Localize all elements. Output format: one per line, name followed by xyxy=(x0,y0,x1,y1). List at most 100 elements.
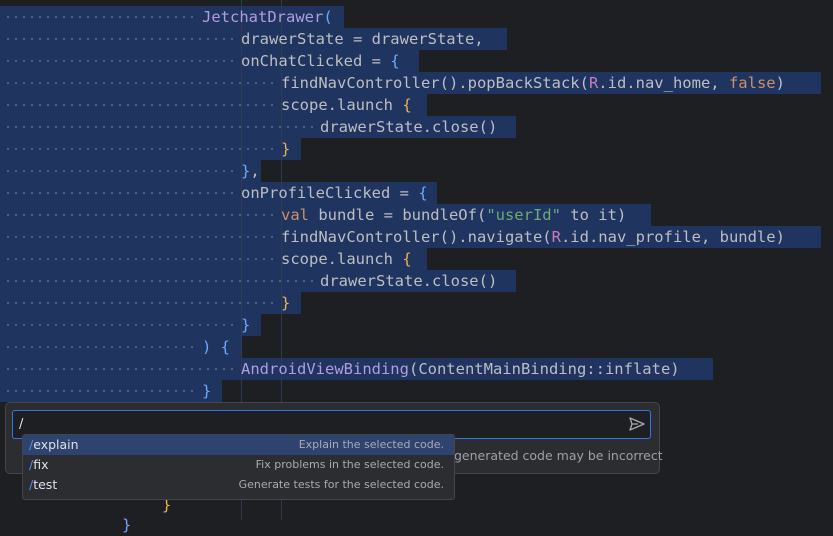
code-text: drawerState.close() xyxy=(320,270,497,292)
whitespace-indicator xyxy=(4,280,316,282)
code-text: AndroidViewBinding(ContentMainBinding::i… xyxy=(241,358,680,380)
code-text: onChatClicked = { xyxy=(241,50,400,72)
code-text: } xyxy=(202,380,211,402)
code-token: JetchatDrawer xyxy=(202,8,324,26)
code-token: drawerState.close() xyxy=(320,118,498,136)
suggestion-command: /fix xyxy=(29,457,49,472)
code-line: scope.launch { xyxy=(0,94,833,116)
code-token: onProfileClicked = xyxy=(241,184,419,202)
code-token: .id.nav_home, xyxy=(598,74,729,92)
code-token: scope.launch xyxy=(281,250,403,268)
suggestion-command: /test xyxy=(29,477,58,492)
code-text: } xyxy=(281,292,290,314)
suggestion-description: Generate tests for the selected code. xyxy=(238,478,444,491)
whitespace-indicator xyxy=(4,390,198,392)
code-token: } xyxy=(202,382,212,400)
whitespace-indicator xyxy=(4,302,277,304)
code-token: false xyxy=(728,74,776,92)
whitespace-indicator xyxy=(4,126,316,128)
code-token: scope.launch xyxy=(281,96,403,114)
code-token: } xyxy=(241,162,251,180)
code-token: { xyxy=(402,250,412,268)
code-text: } xyxy=(241,314,250,336)
code-line: onChatClicked = { xyxy=(0,50,833,72)
code-line: drawerState = drawerState, xyxy=(0,28,833,50)
code-text: } xyxy=(281,138,290,160)
code-token: drawerState = drawerState, xyxy=(241,30,484,48)
code-text: drawerState.close() xyxy=(320,116,497,138)
whitespace-indicator xyxy=(4,324,237,326)
send-icon[interactable] xyxy=(629,417,645,431)
code-line: findNavController().popBackStack(R.id.na… xyxy=(0,72,833,94)
whitespace-indicator xyxy=(4,38,237,40)
code-line: } xyxy=(0,138,833,160)
ai-disclaimer: generated code may be incorrect xyxy=(454,448,663,463)
code-token: R xyxy=(551,228,561,246)
code-token: } xyxy=(281,294,291,312)
code-token: , xyxy=(250,162,260,180)
code-token: ( xyxy=(323,8,333,26)
code-text: drawerState = drawerState, xyxy=(241,28,484,50)
code-line: AndroidViewBinding(ContentMainBinding::i… xyxy=(0,358,833,380)
whitespace-indicator xyxy=(4,192,237,194)
code-text: val bundle = bundleOf("userId" to it) xyxy=(281,204,626,226)
whitespace-indicator xyxy=(4,170,237,172)
code-text: }, xyxy=(241,160,260,182)
whitespace-indicator xyxy=(4,60,237,62)
code-line: val bundle = bundleOf("userId" to it) xyxy=(0,204,833,226)
code-line: drawerState.close() xyxy=(0,270,833,292)
code-line: JetchatDrawer( xyxy=(0,6,833,28)
code-token: ) xyxy=(202,338,221,356)
code-line: onProfileClicked = { xyxy=(0,182,833,204)
code-token: val xyxy=(281,206,319,224)
code-text: scope.launch { xyxy=(281,248,412,270)
code-line: ) { xyxy=(0,336,833,358)
code-line: findNavController().navigate(R.id.nav_pr… xyxy=(0,226,833,248)
whitespace-indicator xyxy=(4,236,277,238)
code-line: drawerState.close() xyxy=(0,116,833,138)
suggestion-fix[interactable]: /fix Fix problems in the selected code. xyxy=(23,455,454,475)
suggestion-description: Fix problems in the selected code. xyxy=(255,458,444,471)
code-line: } xyxy=(0,292,833,314)
code-token: to it) xyxy=(560,206,627,224)
code-token: findNavController().navigate( xyxy=(281,228,552,246)
closing-brace: } xyxy=(122,516,132,534)
code-token: ) xyxy=(775,74,785,92)
code-token: AndroidViewBinding xyxy=(241,360,409,378)
whitespace-indicator xyxy=(4,346,198,348)
code-token: R xyxy=(588,74,599,92)
code-line: }, xyxy=(0,160,833,182)
code-token: } xyxy=(281,140,291,158)
code-token: "userId" xyxy=(486,206,561,224)
code-line: } xyxy=(0,314,833,336)
suggestion-command: /explain xyxy=(29,437,79,452)
code-token: onChatClicked = xyxy=(241,52,391,70)
code-text: JetchatDrawer( xyxy=(202,6,333,28)
code-token: bundle = bundleOf( xyxy=(318,206,487,224)
code-token: { xyxy=(220,338,231,356)
code-text: scope.launch { xyxy=(281,94,412,116)
suggestion-description: Explain the selected code. xyxy=(298,438,444,451)
whitespace-indicator xyxy=(4,16,198,18)
code-text: ) { xyxy=(202,336,230,358)
whitespace-indicator xyxy=(4,104,277,106)
whitespace-indicator xyxy=(4,82,277,84)
whitespace-indicator xyxy=(4,258,277,260)
code-token: findNavController().popBackStack( xyxy=(281,74,589,92)
code-token: { xyxy=(402,96,412,114)
code-text: findNavController().navigate(R.id.nav_pr… xyxy=(281,226,785,248)
code-token: (ContentMainBinding::inflate) xyxy=(408,360,680,378)
suggestion-explain[interactable]: /explain Explain the selected code. xyxy=(23,435,454,455)
code-line: scope.launch { xyxy=(0,248,833,270)
code-token: .id.nav_profile, bundle) xyxy=(560,228,785,246)
whitespace-indicator xyxy=(4,214,277,216)
suggestion-test[interactable]: /test Generate tests for the selected co… xyxy=(23,475,454,495)
code-token: { xyxy=(418,184,428,202)
command-suggestions: /explain Explain the selected code. /fix… xyxy=(22,434,455,500)
code-token: } xyxy=(241,316,251,334)
code-line: } xyxy=(0,380,833,402)
whitespace-indicator xyxy=(4,368,237,370)
code-token: { xyxy=(390,52,400,70)
code-text: onProfileClicked = { xyxy=(241,182,428,204)
code-text: findNavController().popBackStack(R.id.na… xyxy=(281,72,785,94)
